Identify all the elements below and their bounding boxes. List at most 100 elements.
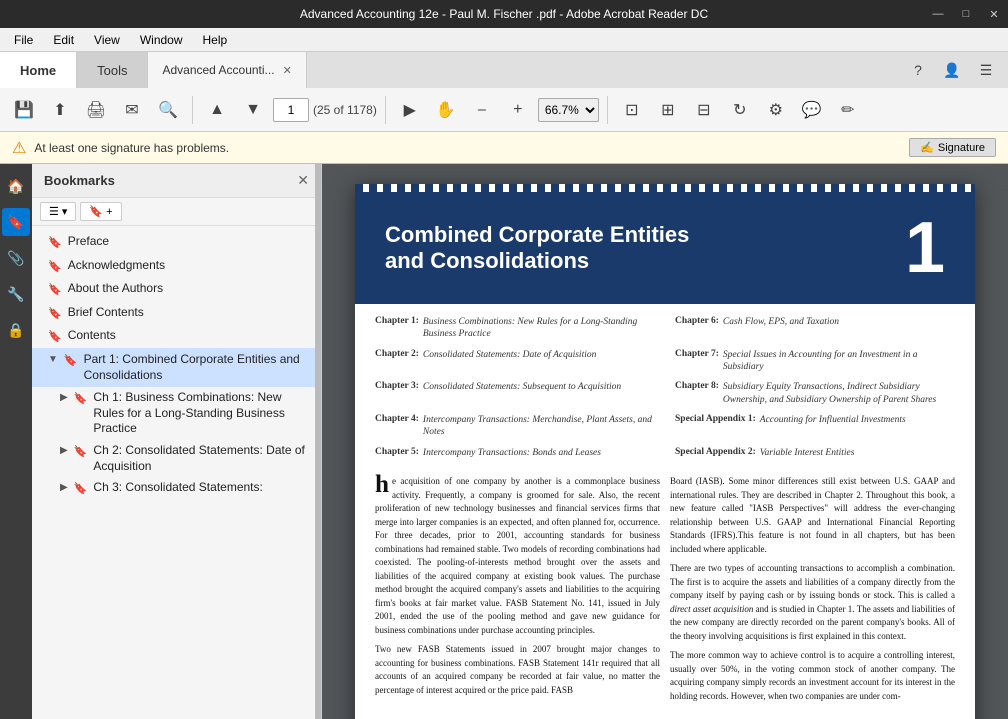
left-strip: 🏠 🔖 📎 🔧 🔒 [0, 164, 32, 719]
bookmark-label-ch2: Ch 2: Consolidated Statements: Date of A… [93, 443, 309, 474]
cursor-tool-button[interactable]: ▶ [394, 94, 426, 126]
bookmark-label-preface: Preface [68, 234, 109, 250]
ch-entry-4: Chapter 4: Intercompany Transactions: Me… [375, 412, 655, 441]
bookmark-about-authors[interactable]: 🔖 About the Authors [32, 277, 321, 301]
ch-entry-7: Chapter 7: Special Issues in Accounting … [675, 347, 955, 376]
body-text-right: Board (IASB). Some minor differences sti… [670, 475, 955, 556]
toolbar-separator-2 [385, 96, 386, 124]
menu-edit[interactable]: Edit [43, 31, 84, 49]
expand-icon-ch1[interactable]: ▶ [60, 392, 68, 403]
prev-page-button[interactable]: ▲ [201, 94, 233, 126]
save-button[interactable]: 💾 [8, 94, 40, 126]
tab-home[interactable]: Home [0, 52, 77, 88]
search-button[interactable]: 🔍 [152, 94, 184, 126]
comment-button[interactable]: 💬 [796, 94, 828, 126]
ch-entry-5: Chapter 5: Intercompany Transactions: Bo… [375, 445, 655, 461]
expand-icon-ch2[interactable]: ▶ [60, 445, 68, 456]
pen-button[interactable]: ✏ [832, 94, 864, 126]
sidebar-options-button[interactable]: ☰ ▾ [40, 202, 76, 221]
expand-icon-ch3[interactable]: ▶ [60, 482, 68, 493]
bookmark-icon-part1: 🔖 [64, 354, 78, 367]
tab-tools[interactable]: Tools [77, 52, 148, 88]
ch-entry-8: Chapter 8: Subsidiary Equity Transaction… [675, 379, 955, 408]
sidebar-title: Bookmarks [44, 173, 115, 188]
zoom-control: 66.7% 50% 75% 100% 125% 150% [538, 98, 599, 122]
tab-close-button[interactable]: ✕ [283, 64, 292, 77]
zoom-select[interactable]: 66.7% 50% 75% 100% 125% 150% [538, 98, 599, 122]
signature-button[interactable]: ✍ Signature [909, 138, 996, 157]
body-text-right-2: There are two types of accounting transa… [670, 562, 955, 643]
ch-entry-1: Chapter 1: Business Combinations: New Ru… [375, 314, 655, 343]
zoom-out-button[interactable]: ⎯ [466, 94, 498, 126]
menu-window[interactable]: Window [130, 31, 193, 49]
bookmark-label-ack: Acknowledgments [68, 258, 165, 274]
menu-help[interactable]: Help [193, 31, 238, 49]
pdf-dashed-border [355, 184, 975, 192]
tab-document[interactable]: Advanced Accounti... ✕ [148, 52, 306, 88]
left-nav-attach[interactable]: 📎 [2, 244, 30, 272]
bookmark-label-part1: Part 1: Combined Corporate Entities and … [84, 352, 309, 383]
two-page-button[interactable]: ⊟ [688, 94, 720, 126]
sidebar-content[interactable]: 🔖 Preface 🔖 Acknowledgments 🔖 About the … [32, 226, 321, 719]
toolbar-separator-1 [192, 96, 193, 124]
bookmark-acknowledgments[interactable]: 🔖 Acknowledgments [32, 254, 321, 278]
pdf-area[interactable]: Combined Corporate Entitiesand Consolida… [322, 164, 1008, 719]
bookmark-ch2[interactable]: ▶ 🔖 Ch 2: Consolidated Statements: Date … [52, 440, 321, 477]
bookmark-ch1[interactable]: ▶ 🔖 Ch 1: Business Combinations: New Rul… [52, 387, 321, 440]
page-total: (25 of 1178) [313, 103, 377, 117]
help-button[interactable]: ? [904, 56, 932, 84]
account-button[interactable]: 👤 [938, 56, 966, 84]
print-button[interactable]: 🖨 [80, 94, 112, 126]
menu-button[interactable]: ☰ [972, 56, 1000, 84]
bookmark-label-contents: Contents [68, 328, 116, 344]
zoom-in-button[interactable]: + [502, 94, 534, 126]
title-bar: Advanced Accounting 12e - Paul M. Fische… [0, 0, 1008, 28]
maximize-button[interactable]: □ [952, 0, 980, 28]
bookmark-contents[interactable]: 🔖 Contents [32, 324, 321, 348]
minimize-button[interactable]: — [924, 0, 952, 28]
sidebar-close-button[interactable]: ✕ [297, 172, 309, 189]
left-nav-bookmarks[interactable]: 🔖 [2, 208, 30, 236]
bookmark-preface[interactable]: 🔖 Preface [32, 230, 321, 254]
bookmark-label-ch3: Ch 3: Consolidated Statements: [93, 480, 262, 496]
email-button[interactable]: ✉ [116, 94, 148, 126]
next-page-button[interactable]: ▼ [237, 94, 269, 126]
bookmark-part1[interactable]: ▼ 🔖 Part 1: Combined Corporate Entities … [32, 348, 321, 387]
expand-icon-part1[interactable]: ▼ [48, 354, 58, 365]
bookmark-icon-ch3: 🔖 [74, 482, 88, 495]
chapter-body: he acquisition of one company by another… [355, 471, 975, 719]
ch-entry-3: Chapter 3: Consolidated Statements: Subs… [375, 379, 655, 408]
sidebar-resize-handle[interactable] [315, 164, 321, 719]
ch-entry-sp1: Special Appendix 1: Accounting for Influ… [675, 412, 955, 441]
left-nav-tools[interactable]: 🔧 [2, 280, 30, 308]
sidebar-header: Bookmarks ✕ [32, 164, 321, 198]
app-title: Advanced Accounting 12e - Paul M. Fische… [300, 7, 708, 21]
bookmark-ch3[interactable]: ▶ 🔖 Ch 3: Consolidated Statements: [52, 477, 321, 499]
hand-tool-button[interactable]: ✋ [430, 94, 462, 126]
main-area: 🏠 🔖 📎 🔧 🔒 Bookmarks ✕ ☰ ▾ 🔖 + 🔖 Preface [0, 164, 1008, 719]
close-button[interactable]: ✕ [980, 0, 1008, 28]
chapter-header: Combined Corporate Entitiesand Consolida… [355, 192, 975, 304]
toolbar: 💾 ⬆ 🖨 ✉ 🔍 ▲ ▼ (25 of 1178) ▶ ✋ ⎯ + 66.7%… [0, 88, 1008, 132]
body-col-left: he acquisition of one company by another… [375, 475, 660, 703]
bookmark-icon-authors: 🔖 [48, 283, 62, 296]
bookmark-brief-contents[interactable]: 🔖 Brief Contents [32, 301, 321, 325]
fit-page-button[interactable]: ⊡ [616, 94, 648, 126]
upload-button[interactable]: ⬆ [44, 94, 76, 126]
left-nav-security[interactable]: 🔒 [2, 316, 30, 344]
ch-entry-6: Chapter 6: Cash Flow, EPS, and Taxation [675, 314, 955, 343]
pdf-page: Combined Corporate Entitiesand Consolida… [355, 184, 975, 719]
bookmark-icon-ack: 🔖 [48, 260, 62, 273]
bookmark-icon-contents: 🔖 [48, 330, 62, 343]
ch-entry-2: Chapter 2: Consolidated Statements: Date… [375, 347, 655, 376]
left-nav-home[interactable]: 🏠 [2, 172, 30, 200]
tools-button[interactable]: ⚙ [760, 94, 792, 126]
menu-view[interactable]: View [84, 31, 130, 49]
menu-file[interactable]: File [4, 31, 43, 49]
page-number-input[interactable] [273, 98, 309, 122]
rotate-button[interactable]: ↻ [724, 94, 756, 126]
fit-width-button[interactable]: ⊞ [652, 94, 684, 126]
sidebar-add-button[interactable]: 🔖 + [80, 202, 121, 221]
sidebar: Bookmarks ✕ ☰ ▾ 🔖 + 🔖 Preface 🔖 Acknowle… [32, 164, 322, 719]
bookmark-label-ch1: Ch 1: Business Combinations: New Rules f… [93, 390, 309, 437]
